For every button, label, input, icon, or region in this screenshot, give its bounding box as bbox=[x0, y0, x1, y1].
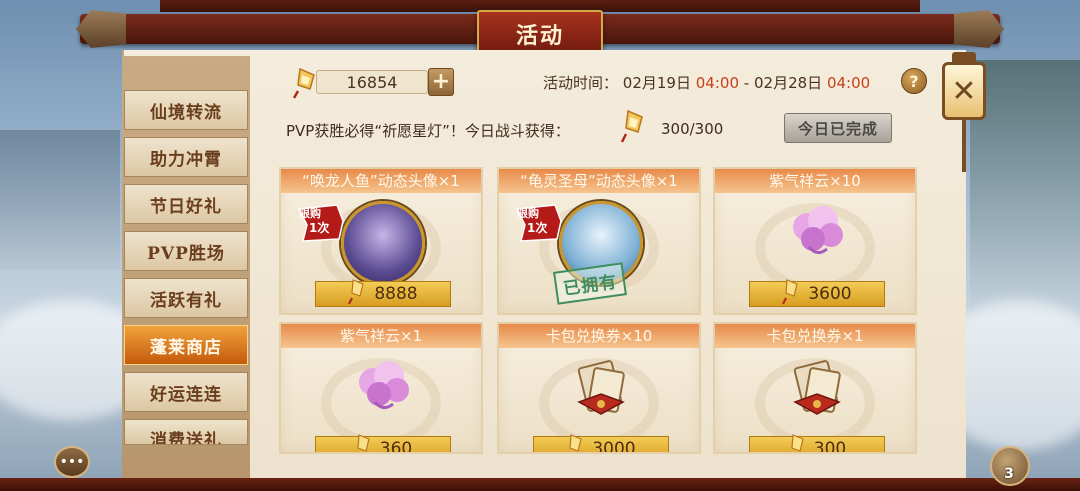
sidebar-tab-label: 消费送礼 bbox=[150, 431, 222, 445]
sidebar-tab[interactable]: 蓬莱商店 bbox=[124, 325, 248, 365]
price-tag: 300 bbox=[749, 434, 885, 454]
event-time-separator: - bbox=[743, 74, 750, 92]
price-value: 8888 bbox=[374, 284, 418, 304]
lantern-tassel bbox=[962, 120, 966, 172]
sidebar-tab-label: 好运连连 bbox=[150, 384, 222, 405]
price-tag: 8888 bbox=[315, 279, 451, 307]
plus-icon: + bbox=[431, 69, 451, 94]
shop-item-card[interactable]: 卡包兑换券×1 300 bbox=[713, 322, 917, 454]
shop-item-title: 紫气祥云×1 bbox=[281, 324, 481, 348]
help-button[interactable]: ? bbox=[901, 68, 927, 94]
star-lantern-icon bbox=[791, 434, 804, 452]
shop-item-card[interactable]: 紫气祥云×10 3600 bbox=[713, 167, 917, 315]
sidebar-tab-label: PVP胜场 bbox=[147, 243, 225, 264]
pvp-progress: 300/300 bbox=[661, 120, 724, 138]
star-lantern-icon bbox=[357, 434, 370, 452]
close-icon: ✕ bbox=[951, 73, 977, 109]
sidebar-tab[interactable]: 活跃有礼 bbox=[124, 278, 248, 318]
price-tag: 3600 bbox=[749, 279, 885, 307]
sidebar-tab[interactable]: 仙境转流 bbox=[124, 90, 248, 130]
currency-amount: 16854 bbox=[316, 70, 428, 94]
card-pack-voucher-icon bbox=[577, 360, 625, 415]
completed-today-button[interactable]: 今日已完成 bbox=[784, 113, 892, 143]
event-time: 活动时间： 02月19日 04:00 - 02月28日 04:00 bbox=[543, 72, 870, 93]
shop-item-card[interactable]: 紫气祥云×1 360 bbox=[279, 322, 483, 454]
event-start-time: 04:00 bbox=[695, 74, 739, 92]
pvp-description: PVP获胜必得“祈愿星灯”！今日战斗获得： bbox=[286, 122, 570, 140]
close-button[interactable]: ✕ bbox=[942, 62, 986, 120]
sidebar-tab-label: 蓬莱商店 bbox=[150, 337, 222, 358]
event-time-label: 活动时间： bbox=[543, 74, 619, 92]
sidebar-tab-label: 助力冲霄 bbox=[150, 149, 222, 170]
add-currency-button[interactable]: + bbox=[428, 68, 454, 96]
friend-count-badge: 3 bbox=[1004, 466, 1014, 482]
page-title: 活动 bbox=[515, 23, 564, 49]
star-lantern-icon bbox=[348, 279, 365, 305]
chat-button[interactable]: ••• bbox=[54, 446, 90, 478]
price-value: 3000 bbox=[592, 439, 636, 454]
star-lantern-icon bbox=[569, 434, 583, 452]
bottom-frame bbox=[0, 478, 1080, 491]
shop-item-title: 紫气祥云×10 bbox=[715, 169, 915, 193]
sidebar-tab-label: 活跃有礼 bbox=[150, 290, 222, 311]
shop-item-title: “唤龙人鱼”动态头像×1 bbox=[281, 169, 481, 193]
sidebar-tab[interactable]: 节日好礼 bbox=[124, 184, 248, 224]
shop-item-title: 卡包兑换券×10 bbox=[499, 324, 699, 348]
sidebar-tab[interactable]: 助力冲霄 bbox=[124, 137, 248, 177]
price-tag: 3000 bbox=[533, 434, 669, 454]
star-lantern-icon bbox=[292, 67, 315, 99]
sidebar-tab[interactable]: 好运连连 bbox=[124, 372, 248, 412]
shop-item-card[interactable]: “龟灵圣母”动态头像×1 限购 1次 已拥有 bbox=[497, 167, 701, 315]
event-start-date: 02月19日 bbox=[622, 74, 691, 92]
chat-icon: ••• bbox=[59, 454, 85, 470]
star-lantern-icon bbox=[620, 109, 643, 143]
shop-item-title: 卡包兑换券×1 bbox=[715, 324, 915, 348]
price-value: 360 bbox=[379, 439, 413, 454]
price-tag: 360 bbox=[315, 434, 451, 454]
price-value: 3600 bbox=[808, 284, 852, 304]
sidebar-tab-label: 节日好礼 bbox=[150, 196, 222, 217]
shop-item-title: “龟灵圣母”动态头像×1 bbox=[499, 169, 699, 193]
avatar-portrait bbox=[341, 201, 425, 285]
shop-item-card[interactable]: “唤龙人鱼”动态头像×1 限购 1次 8888 bbox=[279, 167, 483, 315]
sidebar-tab[interactable]: PVP胜场 bbox=[124, 231, 248, 271]
star-lantern-icon bbox=[782, 279, 799, 305]
limit-count: 1次 bbox=[527, 221, 548, 235]
limit-count: 1次 bbox=[309, 221, 330, 235]
sidebar-tab[interactable]: 消费送礼 bbox=[124, 419, 248, 445]
event-end-date: 02月28日 bbox=[753, 74, 823, 92]
currency-value: 16854 bbox=[346, 72, 398, 92]
purple-cloud-icon bbox=[359, 361, 409, 409]
purple-cloud-icon bbox=[793, 206, 843, 254]
lantern-cap bbox=[952, 52, 976, 62]
question-icon: ? bbox=[909, 71, 919, 91]
price-value: 300 bbox=[813, 439, 847, 454]
shop-item-card[interactable]: 卡包兑换券×10 3000 bbox=[497, 322, 701, 454]
background-waterfall-right bbox=[970, 60, 1080, 320]
event-end-time: 04:00 bbox=[826, 74, 871, 92]
background-mountain-left bbox=[0, 130, 120, 270]
sidebar-tab-label: 仙境转流 bbox=[150, 102, 222, 123]
card-pack-voucher-icon bbox=[793, 360, 841, 415]
